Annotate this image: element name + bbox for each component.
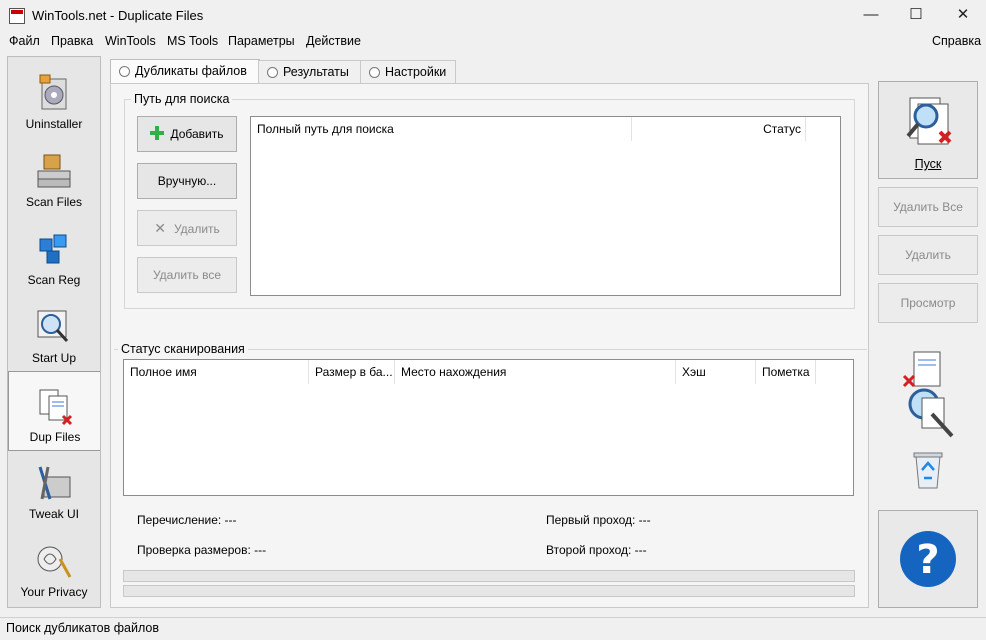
add-button[interactable]: Добавить xyxy=(137,116,237,152)
menu-wintools[interactable]: WinTools xyxy=(103,34,158,48)
sidebar-item-dup-files[interactable]: Dup Files xyxy=(8,371,100,451)
tab-label: Результаты xyxy=(283,65,349,79)
dup-files-icon xyxy=(39,389,73,426)
tab-radio-icon xyxy=(119,66,130,77)
column-header-size[interactable]: Размер в ба... xyxy=(309,360,395,384)
window-title: WinTools.net - Duplicate Files xyxy=(32,8,204,23)
sidebar-item-label: Scan Files xyxy=(25,195,83,209)
sidebar-item-label: Start Up xyxy=(31,351,76,365)
menu-parameters[interactable]: Параметры xyxy=(226,34,297,48)
maximize-button[interactable]: ☐ xyxy=(893,0,939,32)
minimize-button[interactable]: — xyxy=(848,0,894,32)
enumeration-status: Перечисление: --- xyxy=(137,513,237,527)
delete-all-button[interactable]: Удалить Все xyxy=(878,187,978,227)
start-button[interactable]: Пуск xyxy=(878,81,978,179)
progress-bar-secondary xyxy=(123,585,855,597)
scan-files-icon xyxy=(37,154,71,188)
sidebar-item-start-up[interactable]: Start Up xyxy=(8,293,100,371)
svg-text:?: ? xyxy=(916,537,939,583)
tab-radio-icon xyxy=(267,67,278,78)
column-header-hash[interactable]: Хэш xyxy=(676,360,756,384)
tab-label: Дубликаты файлов xyxy=(135,64,247,78)
close-button[interactable]: ✕ xyxy=(940,0,986,32)
start-button-label: Пуск xyxy=(914,157,942,171)
menu-action[interactable]: Действие xyxy=(304,34,363,48)
manual-button[interactable]: Вручную... xyxy=(137,163,237,199)
tab-radio-icon xyxy=(369,67,380,78)
sidebar: Uninstaller Scan Files Scan Reg Start Up xyxy=(7,56,101,608)
sidebar-item-label: Uninstaller xyxy=(25,117,83,131)
search-path-list[interactable]: Полный путь для поиска Статус xyxy=(250,116,841,296)
sidebar-item-label: Tweak UI xyxy=(28,507,79,521)
sidebar-item-label: Scan Reg xyxy=(27,273,81,287)
remove-button-label: Удалить xyxy=(173,222,220,236)
sidebar-item-tweak-ui[interactable]: Tweak UI xyxy=(8,449,100,527)
help-button[interactable]: ? xyxy=(878,510,978,608)
column-header-full-path[interactable]: Полный путь для поиска xyxy=(251,117,632,141)
size-check-status: Проверка размеров: --- xyxy=(137,543,267,557)
search-path-title: Путь для поиска xyxy=(131,92,233,106)
second-pass-status: Второй проход: --- xyxy=(546,543,647,557)
menu-help[interactable]: Справка xyxy=(930,34,983,48)
duplicate-search-illustration-icon xyxy=(902,351,954,438)
tweak-ui-icon xyxy=(38,466,71,500)
app-icon xyxy=(9,8,25,24)
plus-icon xyxy=(150,119,165,140)
tab-label: Настройки xyxy=(385,65,447,79)
menu-file[interactable]: Файл xyxy=(7,34,42,48)
tab-settings[interactable]: Настройки xyxy=(360,60,456,83)
title-bar: WinTools.net - Duplicate Files — ☐ ✕ xyxy=(0,0,986,32)
column-header-mark[interactable]: Пометка xyxy=(756,360,816,384)
help-icon: ? xyxy=(900,531,956,587)
column-header-full-name[interactable]: Полное имя xyxy=(124,360,309,384)
menu-edit[interactable]: Правка xyxy=(49,34,95,48)
scan-status-title: Статус сканирования xyxy=(118,342,248,356)
column-header-status[interactable]: Статус xyxy=(632,117,806,141)
column-header-location[interactable]: Место нахождения xyxy=(395,360,676,384)
main-panel: Путь для поиска Добавить Вручную... ✕ Уда… xyxy=(110,83,869,608)
status-text: Поиск дубликатов файлов xyxy=(6,621,159,635)
scan-reg-icon xyxy=(39,234,67,264)
add-button-label: Добавить xyxy=(170,127,224,141)
delete-button[interactable]: Удалить xyxy=(878,235,978,275)
first-pass-status: Первый проход: --- xyxy=(546,513,651,527)
menu-mstools[interactable]: MS Tools xyxy=(165,34,220,48)
sidebar-item-uninstaller[interactable]: Uninstaller xyxy=(8,59,100,137)
sidebar-item-your-privacy[interactable]: Your Privacy xyxy=(8,527,100,605)
view-button[interactable]: Просмотр xyxy=(878,283,978,323)
progress-bar-primary xyxy=(123,570,855,582)
search-duplicates-icon xyxy=(906,97,952,145)
sidebar-item-label: Your Privacy xyxy=(20,585,88,599)
uninstaller-icon xyxy=(39,74,67,110)
cross-icon: ✕ xyxy=(154,220,166,236)
sidebar-item-label: Dup Files xyxy=(29,430,81,444)
sidebar-item-scan-reg[interactable]: Scan Reg xyxy=(8,215,100,293)
scan-results-list[interactable]: Полное имя Размер в ба... Место нахожден… xyxy=(123,359,854,496)
tab-results[interactable]: Результаты xyxy=(258,60,362,83)
startup-icon xyxy=(37,310,69,343)
status-bar: Поиск дубликатов файлов xyxy=(0,617,986,640)
tab-duplicate-files[interactable]: Дубликаты файлов xyxy=(110,59,260,84)
sidebar-item-scan-files[interactable]: Scan Files xyxy=(8,137,100,215)
menu-bar: Файл Правка WinTools MS Tools Параметры … xyxy=(0,32,986,52)
remove-all-button[interactable]: Удалить все xyxy=(137,257,237,293)
privacy-icon xyxy=(37,546,72,578)
recycle-bin-icon xyxy=(913,452,943,489)
remove-button[interactable]: ✕ Удалить xyxy=(137,210,237,246)
